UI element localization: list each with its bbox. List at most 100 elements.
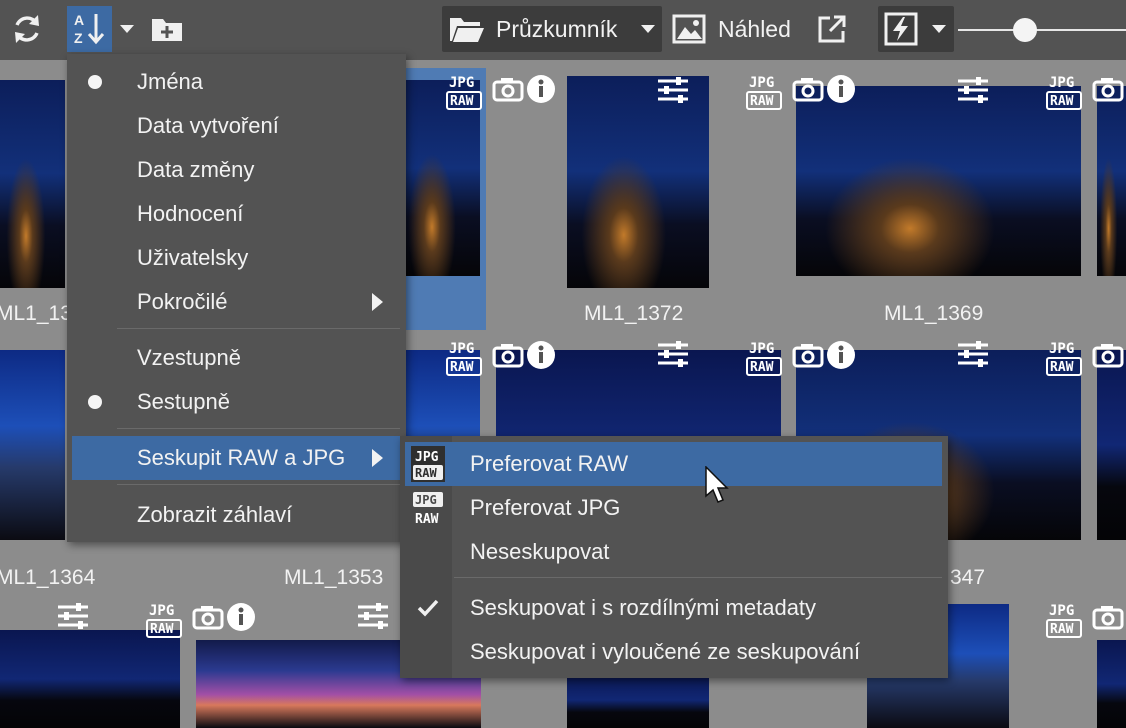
camera-icon[interactable] — [1092, 342, 1124, 368]
menu-item-sort-by-name[interactable]: Jména — [67, 61, 406, 103]
menu-item-sort-by-rating[interactable]: Hodnocení — [67, 193, 406, 235]
group-submenu: JPG RAW Preferovat RAW JPG RAW Preferovat … — [400, 436, 948, 678]
submenu-item-group-different-metadata[interactable]: Seskupovat i s rozdílnými metadaty — [400, 587, 948, 629]
jpg-raw-icon: JPGRAW — [413, 492, 443, 527]
radio-selected-icon — [88, 395, 102, 409]
menu-item-label: Vzestupně — [137, 345, 241, 370]
svg-text:RAW: RAW — [415, 466, 437, 480]
submenu-arrow-icon — [372, 449, 383, 467]
new-folder-icon — [152, 19, 182, 41]
thumbnail-filename: ML1_1372 — [584, 302, 684, 325]
sort-dropdown-button[interactable] — [113, 6, 141, 52]
info-icon[interactable] — [826, 340, 856, 370]
checkmark-icon — [417, 599, 439, 617]
camera-icon[interactable] — [492, 76, 524, 102]
menu-item-group-raw-jpg[interactable]: Seskupit RAW a JPG — [72, 436, 400, 480]
menu-item-label: Jména — [137, 69, 204, 94]
submenu-item-label: Neseskupovat — [470, 539, 610, 564]
dropdown-arrow-icon — [120, 25, 134, 33]
svg-text:JPG: JPG — [449, 75, 474, 91]
menu-item-label: Data změny — [137, 157, 255, 182]
zoom-slider[interactable] — [958, 29, 1126, 31]
svg-text:JPG: JPG — [749, 341, 774, 357]
refresh-button[interactable] — [0, 6, 54, 52]
svg-text:RAW: RAW — [450, 360, 474, 375]
thumbnail-image[interactable] — [0, 80, 65, 288]
info-icon[interactable] — [526, 340, 556, 370]
jpg-raw-badge-icon: JPG RAW — [1046, 72, 1082, 110]
submenu-item-group-excluded[interactable]: Seskupovat i vyloučené ze seskupování — [400, 631, 948, 673]
submenu-item-label: Preferovat RAW — [470, 451, 629, 476]
thumbnail-image[interactable] — [1097, 640, 1126, 728]
info-icon[interactable] — [226, 602, 256, 632]
submenu-item-prefer-jpg[interactable]: JPG RAW Preferovat JPG — [400, 487, 948, 529]
dropdown-arrow-icon — [932, 25, 946, 33]
camera-icon[interactable] — [1092, 604, 1124, 630]
svg-text:JPG: JPG — [1049, 75, 1074, 91]
jpg-raw-badge-icon: JPG RAW — [446, 72, 482, 110]
menu-item-sort-custom[interactable]: Uživatelsky — [67, 237, 406, 279]
adjustments-icon — [658, 77, 688, 103]
menu-separator — [117, 328, 400, 329]
camera-icon[interactable] — [492, 342, 524, 368]
quick-develop-button[interactable] — [878, 6, 954, 52]
menu-separator — [117, 484, 400, 485]
sort-az-icon: A Z — [74, 12, 104, 46]
svg-text:RAW: RAW — [1050, 622, 1074, 637]
preview-mode-button[interactable]: Náhled — [668, 6, 804, 52]
menu-item-sort-by-created[interactable]: Data vytvoření — [67, 105, 406, 147]
thumbnail-filename: 347 — [950, 566, 986, 589]
menu-item-show-header[interactable]: Zobrazit záhlaví — [67, 494, 406, 536]
sort-button[interactable]: A Z — [67, 6, 112, 52]
radio-selected-icon — [88, 75, 102, 89]
menu-item-advanced[interactable]: Pokročilé — [67, 281, 406, 323]
info-icon[interactable] — [526, 74, 556, 104]
menu-item-ascending[interactable]: Vzestupně — [67, 337, 406, 379]
menu-item-label: Hodnocení — [137, 201, 244, 226]
menu-item-label: Uživatelsky — [137, 245, 249, 270]
jpg-raw-badge-icon: JPG RAW — [446, 338, 482, 376]
sort-menu: Jména Data vytvoření Data změny Hodnocen… — [67, 54, 406, 542]
toolbar: A Z Průzkumník Náhled — [0, 0, 1126, 60]
svg-text:JPG: JPG — [1049, 603, 1074, 619]
thumbnail-filename: ML1_1369 — [884, 302, 984, 325]
refresh-icon — [15, 15, 39, 43]
menu-item-descending[interactable]: Sestupně — [67, 381, 406, 423]
adjustments-icon — [358, 603, 388, 629]
svg-text:JPG: JPG — [749, 75, 774, 91]
camera-icon[interactable] — [192, 604, 224, 630]
jpg-raw-icon: JPGRAW — [411, 446, 445, 482]
thumbnail-image[interactable] — [1097, 86, 1126, 276]
thumbnail-image[interactable] — [0, 630, 180, 728]
jpg-raw-badge-icon: JPG RAW — [746, 338, 782, 376]
svg-text:JPG: JPG — [415, 450, 439, 465]
folder-open-icon — [450, 18, 484, 42]
adjustments-icon — [958, 341, 988, 367]
thumbnail-image[interactable] — [1097, 350, 1126, 540]
adjustments-icon — [58, 603, 88, 629]
open-external-button[interactable] — [812, 6, 852, 52]
thumbnail-filename: ML1_1364 — [0, 566, 96, 589]
zoom-slider-knob[interactable] — [1013, 18, 1037, 42]
menu-item-sort-by-modified[interactable]: Data změny — [67, 149, 406, 191]
menu-item-label: Data vytvoření — [137, 113, 279, 138]
thumbnail-image[interactable] — [796, 86, 1081, 276]
svg-text:RAW: RAW — [750, 94, 774, 109]
submenu-item-prefer-raw[interactable]: JPG RAW Preferovat RAW — [405, 442, 942, 486]
camera-icon[interactable] — [792, 342, 824, 368]
thumbnail-image[interactable] — [567, 76, 709, 288]
thumbnail-image[interactable] — [567, 672, 709, 728]
adjustments-icon — [658, 341, 688, 367]
dropdown-arrow-icon — [641, 25, 655, 33]
info-icon[interactable] — [826, 74, 856, 104]
new-folder-button[interactable] — [146, 6, 188, 52]
explorer-mode-button[interactable]: Průzkumník — [442, 6, 662, 52]
camera-icon[interactable] — [1092, 76, 1124, 102]
thumbnail-image[interactable] — [0, 350, 65, 540]
svg-text:JPG: JPG — [149, 603, 174, 619]
menu-separator — [454, 577, 942, 578]
submenu-item-no-grouping[interactable]: Neseskupovat — [400, 531, 948, 573]
menu-item-label: Sestupně — [137, 389, 230, 414]
camera-icon[interactable] — [792, 76, 824, 102]
jpg-raw-badge-icon: JPG RAW — [146, 600, 182, 638]
